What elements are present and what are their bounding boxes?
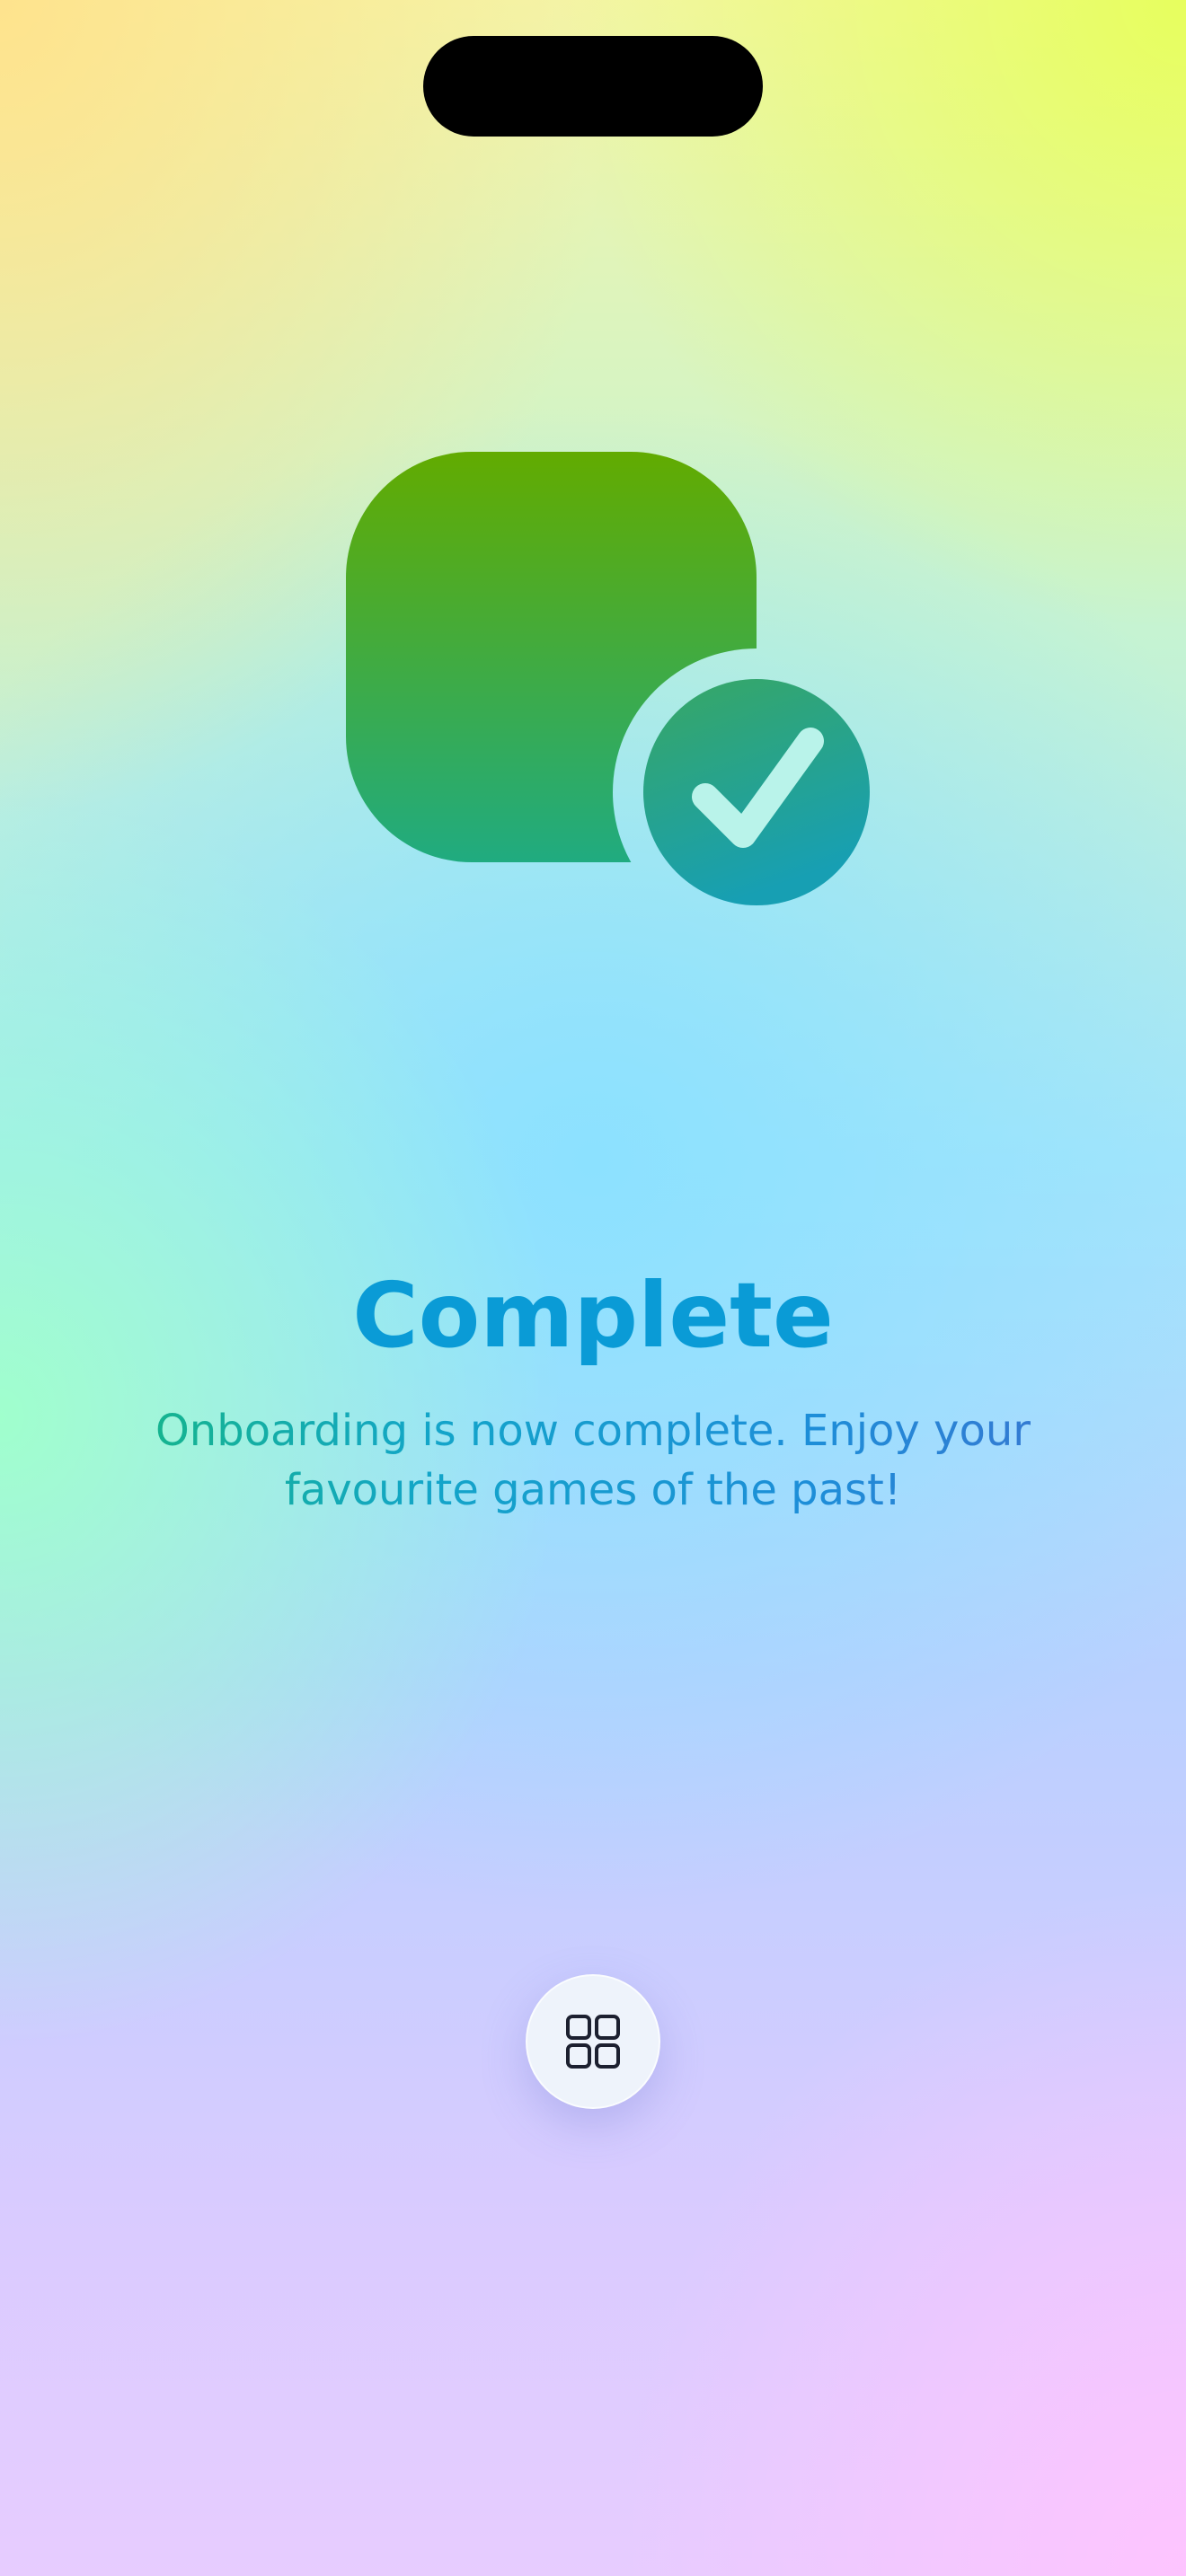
checkmark-badge — [643, 679, 870, 905]
grid-icon — [566, 2015, 620, 2069]
dynamic-island — [423, 36, 763, 137]
app-complete-icon — [341, 445, 881, 921]
page-title: Complete — [352, 1263, 834, 1368]
onboarding-message: Onboarding is now complete. Enjoy your f… — [54, 1401, 1132, 1520]
grid-menu-button[interactable] — [526, 1974, 660, 2109]
